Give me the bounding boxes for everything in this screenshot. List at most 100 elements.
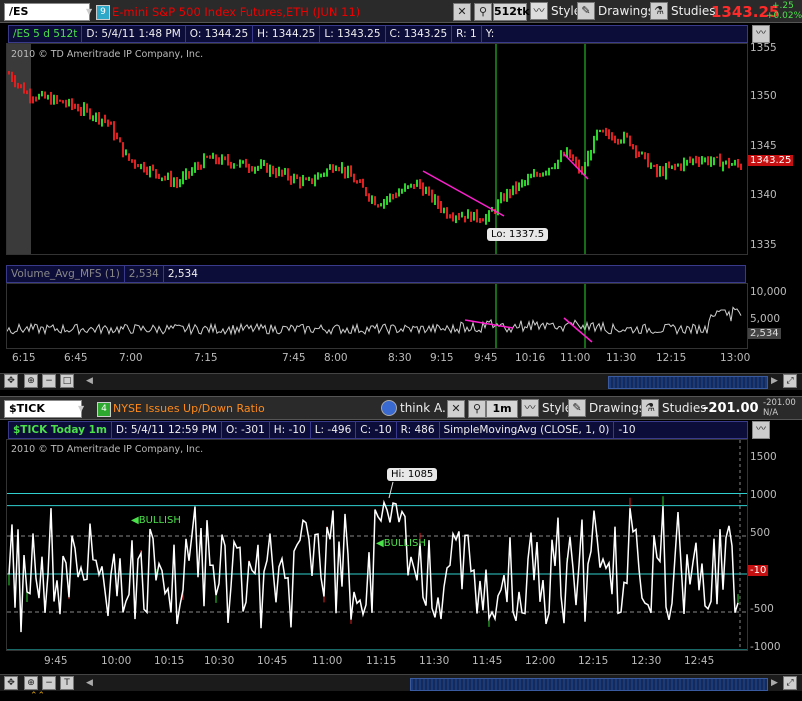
tick-bar-low: L: -496 <box>311 422 357 438</box>
tick-style-button[interactable]: 〰 Style <box>521 399 572 417</box>
time-tick: 9:15 <box>430 352 454 364</box>
expand-icon[interactable]: ⤢ <box>783 374 797 388</box>
scroll-right-icon[interactable]: ▶ <box>771 376 778 386</box>
pan-icon[interactable]: ✥ <box>4 374 18 388</box>
volume-panel[interactable] <box>6 283 748 349</box>
bar-y: Y: <box>485 28 495 40</box>
think-ai-label: think A.I. <box>400 401 454 415</box>
tick-time-axis: 9:45 10:00 10:15 10:30 10:45 11:00 11:15 11:30 1… <box>6 655 746 669</box>
tick-scroll-left-icon[interactable]: ◀ <box>86 678 93 688</box>
drawings-label: Drawings <box>598 4 655 18</box>
tick-chart-header: $TICK Today 1m D: 5/4/11 12:59 PM O: -30… <box>8 421 748 439</box>
net-change: +.25 <box>772 1 794 11</box>
time-tick: 9:45 <box>44 655 68 667</box>
studies-button[interactable]: ⚗ Studies <box>650 2 716 20</box>
bar-date: D: 5/4/11 1:48 PM <box>82 26 186 42</box>
tick-y-axis: 1500 1000 500 0 -500 -1000 -10 <box>748 439 802 653</box>
volume-value-2: 2,534 <box>167 268 198 280</box>
tick-bar-close: C: -10 <box>356 422 397 438</box>
bar-close: C: 1343.25 <box>386 26 453 42</box>
tick-chart-title: $TICK Today 1m <box>9 422 112 438</box>
symbol-dropdown-arrow-icon[interactable]: ▼ <box>86 3 94 21</box>
panel-collapse-icon[interactable]: ⌃⌃ <box>30 691 45 701</box>
tick-bar-date: D: 5/4/11 12:59 PM <box>112 422 222 438</box>
high-label-leader <box>388 481 394 499</box>
tick-chart-menu-icon[interactable]: 〰 <box>752 421 770 439</box>
tick-studies-button[interactable]: ⚗ Studies <box>641 399 707 417</box>
price-tick: 1350 <box>750 90 777 102</box>
time-tick: 10:16 <box>515 352 546 364</box>
top-time-axis: 6:15 6:45 7:00 7:15 7:45 8:00 8:30 9:15 9:45 10:1… <box>6 352 750 366</box>
time-tick: 8:00 <box>324 352 348 364</box>
think-ai-button[interactable]: think A.I. <box>381 399 453 417</box>
tick-drawings-button[interactable]: ✎ Drawings <box>568 399 645 417</box>
time-tick: 12:30 <box>631 655 662 667</box>
volume-tick: 10,000 <box>750 286 787 298</box>
zoom-in-icon[interactable]: ⊕ <box>24 374 38 388</box>
tick-study-name: SimpleMovingAvg (CLOSE, 1, 0) <box>440 422 615 438</box>
bullish-label-2: BULLISH <box>383 538 426 549</box>
tick-y-label: -1000 <box>750 641 781 653</box>
zoom-out-icon[interactable]: − <box>42 374 56 388</box>
bar-range: R: 1 <box>452 26 482 42</box>
crosshair-tool-icon[interactable]: ✕ <box>453 3 471 21</box>
tick-studies-flask-icon: ⚗ <box>641 399 659 417</box>
high-tick-label: Hi: 1085 <box>387 468 438 481</box>
tick-zoom-tool-icon[interactable]: ⚲ <box>468 400 486 418</box>
tick-zoom-out-icon[interactable]: − <box>42 676 56 690</box>
tick-side-bottom: N/A <box>763 408 779 418</box>
tick-symbol-dropdown-arrow-icon[interactable]: ▼ <box>78 400 86 418</box>
price-axis: 1355 1350 1345 1340 1335 1343.25 <box>748 42 802 253</box>
tick-expand-icon[interactable]: ⤢ <box>783 676 797 690</box>
volume-value-1: 2,534 <box>125 266 164 282</box>
time-tick: 11:15 <box>366 655 397 667</box>
style-button[interactable]: 〰 Style <box>530 2 581 20</box>
bar-open: O: 1344.25 <box>186 26 254 42</box>
top-chart-menu-icon[interactable]: 〰 <box>752 25 770 43</box>
time-tick: 12:15 <box>656 352 687 364</box>
drawings-pencil-icon: ✎ <box>577 2 595 20</box>
tick-zoom-in-icon[interactable]: ⊕ <box>24 676 38 690</box>
tick-pan-icon[interactable]: ✥ <box>4 676 18 690</box>
tick-bar-range: R: 486 <box>397 422 440 438</box>
reset-zoom-icon[interactable]: □ <box>60 374 74 388</box>
tick-style-chart-icon: 〰 <box>521 399 539 417</box>
tick-panel[interactable]: 2010 © TD Ameritrade IP Company, Inc. Hi… <box>6 439 748 651</box>
bullish-label-1: BULLISH <box>138 515 181 526</box>
bottom-toolbar: $TICK ▼ 4 NYSE Issues Up/Down Ratio thin… <box>0 396 802 420</box>
tick-scroll-right-icon[interactable]: ▶ <box>771 678 778 688</box>
tick-scroll-thumb[interactable] <box>410 678 768 691</box>
zoom-tool-icon[interactable]: ⚲ <box>474 3 492 21</box>
volume-tick: 5,000 <box>750 313 781 325</box>
tick-text-tool-icon[interactable]: T <box>60 676 74 690</box>
time-tick: 6:15 <box>12 352 36 364</box>
time-tick: 9:45 <box>474 352 498 364</box>
scroll-left-icon[interactable]: ◀ <box>86 376 93 386</box>
tick-drawings-pencil-icon: ✎ <box>568 399 586 417</box>
aggregation-selector[interactable]: 512tk <box>493 3 530 21</box>
scroll-thumb[interactable] <box>608 376 768 389</box>
tick-description: NYSE Issues Up/Down Ratio <box>113 402 265 415</box>
tick-crosshair-tool-icon[interactable]: ✕ <box>447 400 465 418</box>
symbol-input[interactable]: /ES <box>4 3 90 21</box>
bullish-arrow-icon: ◀ <box>376 538 384 549</box>
low-price-label: Lo: 1337.5 <box>487 228 549 241</box>
bullish-marker-2: ◀BULLISH <box>376 538 426 549</box>
time-tick: 10:15 <box>154 655 185 667</box>
tick-aggregation-selector[interactable]: 1m <box>486 400 518 418</box>
time-tick: 8:30 <box>388 352 412 364</box>
time-tick: 10:30 <box>204 655 235 667</box>
time-tick: 11:45 <box>472 655 503 667</box>
time-tick: 7:15 <box>194 352 218 364</box>
drawings-button[interactable]: ✎ Drawings <box>577 2 654 20</box>
price-panel[interactable]: 2010 © TD Ameritrade IP Company, Inc. Lo… <box>6 43 748 255</box>
tick-link-number-badge[interactable]: 4 <box>97 402 111 417</box>
link-number-badge[interactable]: 9 <box>96 5 110 20</box>
tick-drawing-tools: ✕ ⚲ <box>447 400 486 418</box>
drawing-tools: ✕ ⚲ <box>453 3 492 21</box>
tick-symbol-input[interactable]: $TICK <box>4 400 82 418</box>
time-tick: 11:00 <box>560 352 591 364</box>
tick-line <box>8 499 739 633</box>
time-tick: 7:45 <box>282 352 306 364</box>
volume-header: Volume_Avg_MFS (1) 2,534 2,534 <box>6 265 746 283</box>
